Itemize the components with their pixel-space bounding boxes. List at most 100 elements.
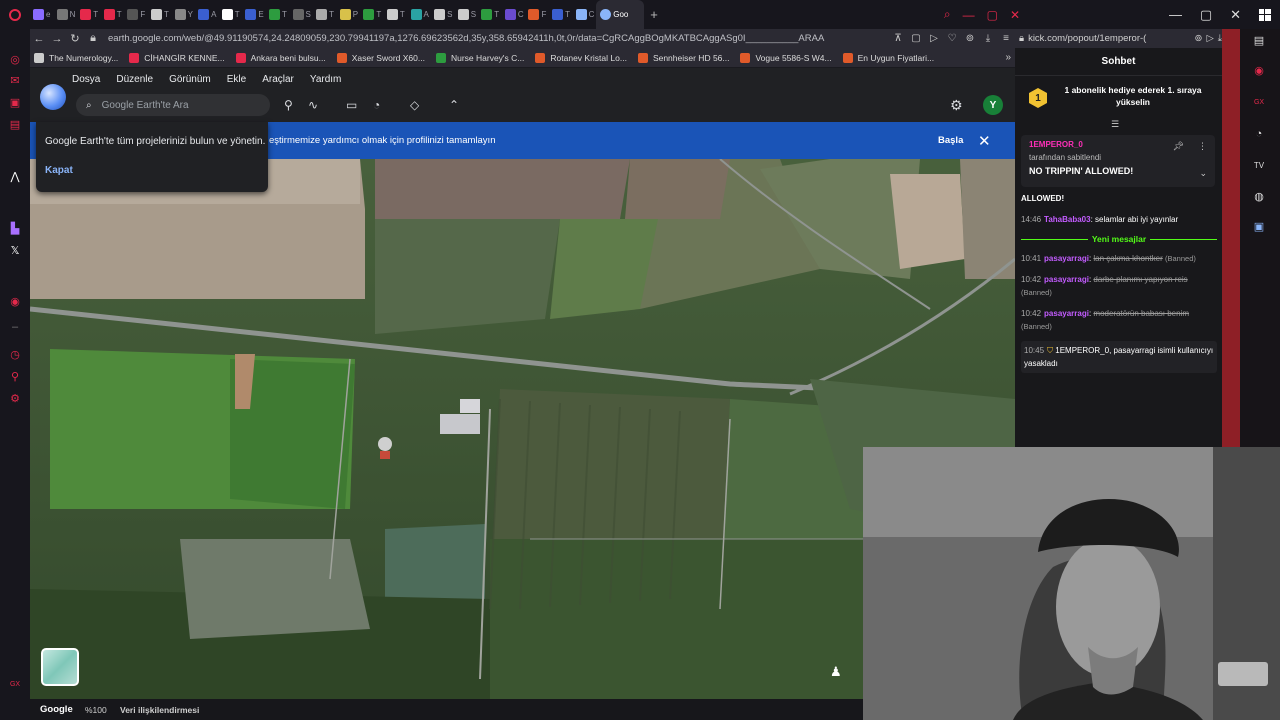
menu-item[interactable]: Yardım (310, 74, 342, 85)
pegman-icon[interactable]: ♟ (830, 664, 842, 680)
history-view-icon[interactable]: ◔ (373, 98, 380, 112)
minimize-tab-icon[interactable]: — (963, 8, 975, 22)
placemark-icon[interactable]: ⚲ (284, 98, 293, 112)
zoom-level[interactable]: %100 (85, 705, 107, 715)
gx-corner-icon[interactable]: GX (1251, 95, 1267, 111)
avatar[interactable]: Y (983, 95, 1003, 115)
restore-tab-icon[interactable]: ▢ (987, 8, 998, 22)
banner-close-icon[interactable]: ✕ (978, 132, 991, 150)
chat-vpn-icon[interactable]: ⊚ (1195, 33, 1203, 44)
chevron-down-icon[interactable]: ⌄ (1199, 168, 1207, 179)
chat-lock-icon[interactable]: 🔒︎ (1019, 33, 1024, 44)
browser-tab[interactable]: T (384, 0, 408, 29)
pin-icon[interactable]: 📌︎ (1173, 141, 1184, 152)
browser-tab[interactable]: S (431, 0, 455, 29)
menu-item[interactable]: Görünüm (169, 74, 211, 85)
bookmark-item[interactable]: Sennheiser HD 56... (637, 52, 729, 63)
vpn-icon[interactable]: ⊚ (961, 33, 979, 44)
player-icon[interactable]: ◉ (1251, 63, 1267, 79)
message-username[interactable]: pasayarragi (1044, 254, 1089, 263)
browser-tab[interactable]: T (478, 0, 502, 29)
gear-icon[interactable]: ⚙ (950, 97, 963, 114)
messenger-icon[interactable]: ✉ (9, 75, 21, 87)
lock-icon[interactable]: 🔒︎ (84, 32, 102, 45)
chat-url-field[interactable]: kick.com/popout/1emperor-( (1028, 33, 1190, 44)
sidebar-toggle-icon[interactable]: ▤ (1251, 33, 1267, 49)
bookmark-heart-icon[interactable]: ♡ (943, 33, 961, 44)
bookmark-item[interactable]: En Uygun Fiyatlari... (842, 52, 934, 63)
url-field[interactable]: earth.google.com/web/@49.91190574,24.248… (102, 33, 889, 44)
gx-icon[interactable]: GX (9, 679, 21, 691)
bookmark-item[interactable]: Ankara beni bulsu... (235, 52, 326, 63)
bookmark-item[interactable]: Xaser Sword X60... (336, 52, 425, 63)
download-icon[interactable]: ⤓ (979, 33, 997, 44)
bookmark-item[interactable]: The Numerology... (34, 52, 118, 63)
player-icon[interactable]: ▷ (925, 33, 943, 44)
pin-icon[interactable]: ⊼ (889, 33, 907, 44)
chat-player-icon[interactable]: ▷ (1206, 33, 1213, 44)
snapshot-icon[interactable]: ▢ (907, 33, 925, 44)
ruler-icon[interactable]: ▭ (346, 98, 357, 112)
browser-tab[interactable]: Y (172, 0, 196, 29)
whatsapp-icon[interactable]: ▣ (9, 97, 21, 109)
pinned-username[interactable]: 1EMPEROR_0 (1029, 140, 1083, 149)
browser-tab[interactable]: T (148, 0, 172, 29)
reload-icon[interactable]: ↻ (66, 32, 84, 45)
browser-tab[interactable]: T (101, 0, 125, 29)
close-window-icon[interactable]: ✕ (1230, 7, 1241, 23)
browser-tab[interactable]: T (313, 0, 337, 29)
path-icon[interactable]: ∿ (308, 98, 318, 112)
twitch-icon[interactable]: ▙ (9, 223, 21, 235)
app-icon[interactable]: ▣ (1251, 219, 1267, 235)
earth-search-input[interactable]: ⌕ Google Earth'te Ara (76, 94, 270, 116)
menu-item[interactable]: Ekle (227, 74, 246, 85)
browser-tab[interactable]: T (219, 0, 243, 29)
opera-logo-icon[interactable] (0, 0, 30, 29)
browser-tab[interactable]: P (337, 0, 361, 29)
message-username[interactable]: pasayarragi (1044, 309, 1089, 318)
menu-item[interactable]: Düzenle (116, 74, 153, 85)
browser-tab[interactable]: T (266, 0, 290, 29)
bookmark-item[interactable]: Vogue 5586-S W4... (740, 52, 832, 63)
browser-tab[interactable]: A (195, 0, 219, 29)
expand-icon[interactable]: ☰ (1111, 119, 1119, 130)
browser-tab[interactable]: C (573, 0, 597, 29)
easy-setup-icon[interactable]: ≡ (997, 33, 1015, 44)
pinboard-icon[interactable]: ⚲ (9, 371, 21, 383)
new-tab-button[interactable]: + (650, 7, 658, 22)
bookmark-item[interactable]: CİHANGİR KENNE... (129, 52, 225, 63)
layers-icon[interactable]: ◇ (410, 98, 419, 112)
browser-tab[interactable]: E (242, 0, 266, 29)
windows-logo-icon[interactable] (1258, 8, 1271, 21)
forward-icon[interactable]: → (48, 33, 66, 45)
browser-tab[interactable]: A (408, 0, 432, 29)
browser-tab[interactable]: F (525, 0, 549, 29)
aria-icon[interactable]: ◎ (9, 54, 21, 66)
browser-tab[interactable]: S (455, 0, 479, 29)
menu-item[interactable]: Dosya (72, 74, 100, 85)
close-tab-icon[interactable]: ✕ (1010, 8, 1020, 22)
data-attribution-link[interactable]: Veri ilişkilendirmesi (120, 705, 199, 715)
bookmark-item[interactable]: Nurse Harvey's C... (435, 52, 524, 63)
sub-gift-banner[interactable]: 1 1 abonelik hediye ederek 1. sıraya yük… (1025, 84, 1215, 114)
browser-tab[interactable]: T (549, 0, 573, 29)
browser-tab[interactable]: F (124, 0, 148, 29)
history-icon[interactable]: ◷ (9, 349, 21, 361)
browser-tab[interactable]: S (290, 0, 314, 29)
limiter-icon[interactable]: ◔ (1251, 126, 1267, 142)
browser-tab[interactable]: T (360, 0, 384, 29)
cleaner-icon[interactable]: ◍ (1251, 189, 1267, 205)
bookmark-item[interactable]: Rotanev Kristal Lo... (535, 52, 627, 63)
bookmarks-more-icon[interactable]: » (1005, 52, 1011, 63)
tradingview-icon[interactable]: TV (1251, 158, 1267, 174)
browser-tab[interactable]: T (77, 0, 101, 29)
more-icon[interactable]: ⋮ (1198, 141, 1207, 152)
browser-tab[interactable]: C (502, 0, 526, 29)
pinned-message[interactable]: 1EMPEROR_0 tarafından sabitlendi NO TRIP… (1021, 135, 1215, 187)
x-icon[interactable]: 𝕏 (9, 245, 21, 257)
browser-tab[interactable]: N (54, 0, 78, 29)
message-username[interactable]: TahaBaba03 (1044, 215, 1091, 224)
message-username[interactable]: pasayarragi (1044, 275, 1089, 284)
collapse-icon[interactable]: ⌃ (449, 98, 459, 112)
instagram-icon[interactable]: ▤ (9, 119, 21, 131)
